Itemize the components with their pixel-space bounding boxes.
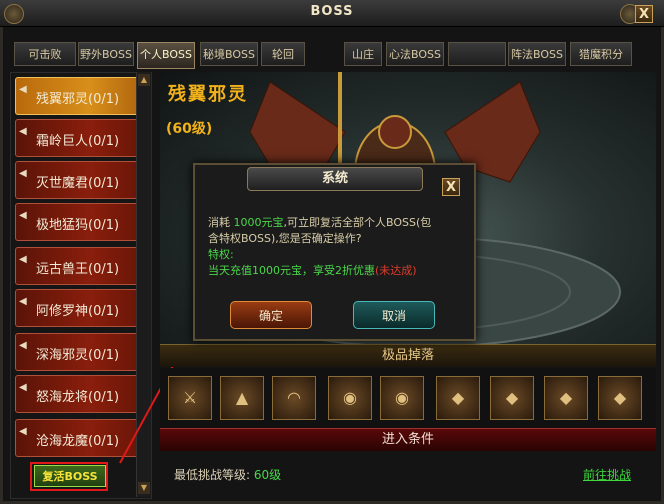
armor-icon[interactable]: ◆ (598, 376, 642, 420)
armor-icon[interactable]: ◆ (544, 376, 588, 420)
helmet-icon[interactable]: ◉ (380, 376, 424, 420)
drops-header: 极品掉落 (160, 344, 656, 367)
fan-icon[interactable]: ◠ (272, 376, 316, 420)
cancel-button[interactable]: 取消 (353, 301, 435, 329)
confirm-dialog: 系统 X 消耗 1000元宝,可立即复活全部个人BOSS(包 含特权BOSS),… (193, 163, 476, 341)
helmet-icon[interactable]: ◉ (328, 376, 372, 420)
min-level: 最低挑战等级: 60级 (174, 468, 282, 482)
boots-icon[interactable]: ▲ (220, 376, 264, 420)
drop-items: ⚔ ▲ ◠ ◉ ◉ ◆ ◆ ◆ ◆ (160, 368, 656, 428)
boss-level: (60级) (166, 121, 213, 137)
armor-icon[interactable]: ◆ (436, 376, 480, 420)
confirm-button[interactable]: 确定 (230, 301, 312, 329)
conditions-header: 进入条件 (160, 428, 656, 451)
armor-icon[interactable]: ◆ (490, 376, 534, 420)
dialog-message: 消耗 1000元宝,可立即复活全部个人BOSS(包 含特权BOSS),您是否确定… (208, 216, 432, 277)
weapon-icon[interactable]: ⚔ (168, 376, 212, 420)
boss-name: 残翼邪灵 (168, 84, 248, 105)
go-challenge-link[interactable]: 前往挑战 (583, 466, 631, 483)
dialog-title: 系统 (247, 167, 423, 191)
dialog-close-icon[interactable]: X (442, 178, 460, 196)
